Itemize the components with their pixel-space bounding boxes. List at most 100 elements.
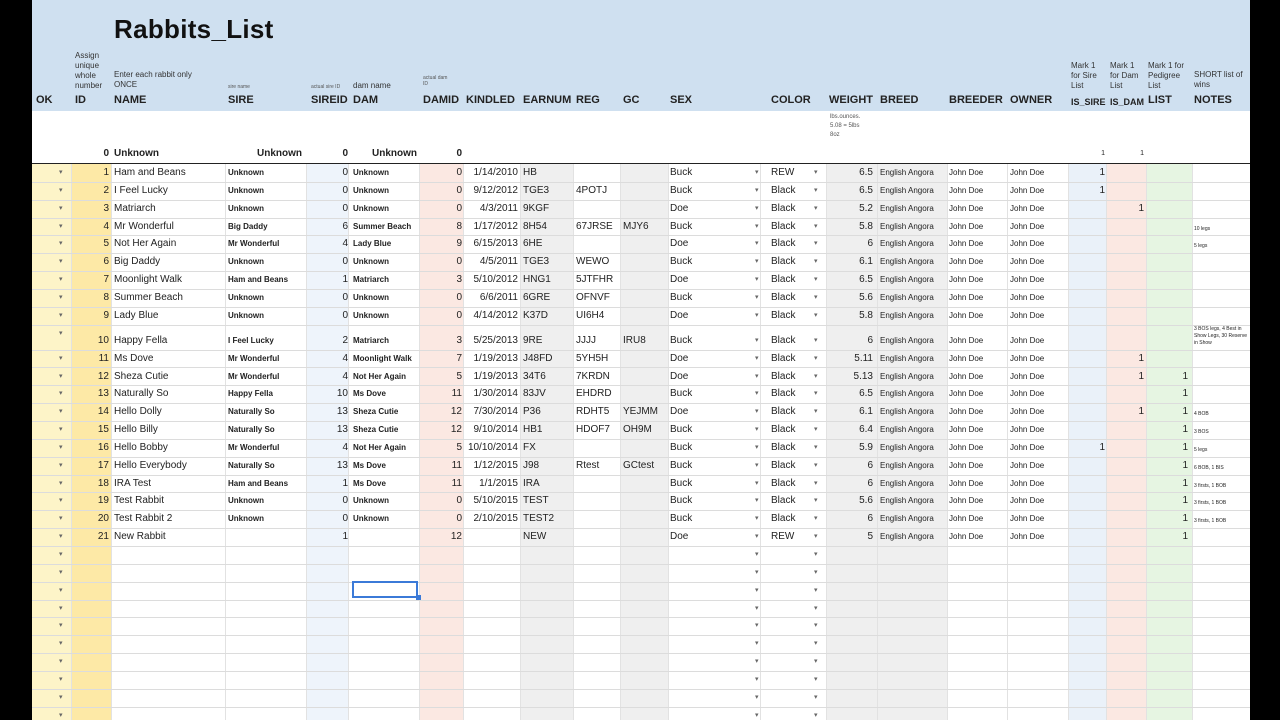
- cell-reg[interactable]: RDHT5: [576, 403, 620, 421]
- cell-dam[interactable]: Unknown: [353, 164, 419, 182]
- cell-is-sire[interactable]: [1068, 307, 1105, 325]
- header-breeder[interactable]: BREEDER: [949, 94, 1003, 106]
- color-dropdown-arrow-icon[interactable]: ▾: [814, 546, 818, 564]
- cell-list[interactable]: [1146, 253, 1188, 271]
- sex-dropdown-arrow-icon[interactable]: ▾: [755, 182, 759, 200]
- cell-name[interactable]: Naturally So: [114, 385, 224, 403]
- cell-damid[interactable]: 12: [419, 421, 462, 439]
- cell-is-sire[interactable]: [1068, 475, 1105, 493]
- cell-color[interactable]: Black: [771, 253, 811, 271]
- color-dropdown-arrow-icon[interactable]: ▾: [814, 475, 818, 493]
- cell-name[interactable]: Hello Billy: [114, 421, 224, 439]
- cell-list[interactable]: 1: [1146, 475, 1188, 493]
- sex-dropdown-arrow-icon[interactable]: ▾: [755, 457, 759, 475]
- cell-damid[interactable]: 0: [419, 253, 462, 271]
- cell-sex[interactable]: Doe: [670, 235, 730, 253]
- cell-name[interactable]: Hello Bobby: [114, 439, 224, 457]
- cell-earnum[interactable]: TEST2: [523, 510, 573, 528]
- sex-dropdown-arrow-icon[interactable]: ▾: [755, 385, 759, 403]
- cell-dam[interactable]: Unknown: [353, 253, 419, 271]
- cell-owner[interactable]: John Doe: [1010, 403, 1067, 421]
- cell-breed[interactable]: English Angora: [880, 475, 946, 493]
- cell-color[interactable]: Black: [771, 510, 811, 528]
- cell-list[interactable]: [1146, 289, 1188, 307]
- header-notes[interactable]: NOTES: [1194, 94, 1232, 106]
- color-dropdown-arrow-icon[interactable]: ▾: [814, 200, 818, 218]
- cell-sire[interactable]: Ham and Beans: [228, 271, 304, 289]
- cell-name[interactable]: Summer Beach: [114, 289, 224, 307]
- ok-dropdown-arrow-icon[interactable]: ▾: [59, 528, 63, 546]
- ok-dropdown-arrow-icon[interactable]: ▾: [59, 350, 63, 368]
- cell-id[interactable]: 0: [71, 145, 109, 163]
- cell-color[interactable]: Black: [771, 332, 811, 350]
- cell-sire[interactable]: Unknown: [228, 182, 304, 200]
- cell-breeder[interactable]: John Doe: [949, 385, 1007, 403]
- color-dropdown-arrow-icon[interactable]: ▾: [814, 653, 818, 671]
- cell-is-dam[interactable]: 1: [1106, 350, 1144, 368]
- ok-dropdown-arrow-icon[interactable]: ▾: [59, 271, 63, 289]
- cell-dam[interactable]: Moonlight Walk: [353, 350, 419, 368]
- cell-is-dam[interactable]: 1: [1106, 200, 1144, 218]
- cell-sire[interactable]: Unknown: [228, 289, 304, 307]
- cell-name[interactable]: Ms Dove: [114, 350, 224, 368]
- cell-dam[interactable]: Sheza Cutie: [353, 421, 419, 439]
- cell-list[interactable]: [1146, 350, 1188, 368]
- cell-sex[interactable]: Doe: [670, 368, 730, 386]
- cell-id[interactable]: 9: [71, 307, 109, 325]
- cell-id[interactable]: 20: [71, 510, 109, 528]
- cell-reg[interactable]: OFNVF: [576, 289, 620, 307]
- cell-gc[interactable]: YEJMM: [623, 403, 667, 421]
- color-dropdown-arrow-icon[interactable]: ▾: [814, 332, 818, 350]
- cell-list[interactable]: 1: [1146, 528, 1188, 546]
- cell-damid[interactable]: 5: [419, 439, 462, 457]
- ok-dropdown-arrow-icon[interactable]: ▾: [59, 653, 63, 671]
- cell-is-dam[interactable]: [1106, 218, 1144, 236]
- cell-name[interactable]: Big Daddy: [114, 253, 224, 271]
- sex-dropdown-arrow-icon[interactable]: ▾: [755, 289, 759, 307]
- cell-earnum[interactable]: 83JV: [523, 385, 573, 403]
- cell-weight[interactable]: 6.5: [826, 271, 873, 289]
- cell-sireid[interactable]: 4: [306, 350, 348, 368]
- cell-damid[interactable]: 0: [419, 164, 462, 182]
- color-dropdown-arrow-icon[interactable]: ▾: [814, 350, 818, 368]
- cell-color[interactable]: Black: [771, 350, 811, 368]
- cell-id[interactable]: 16: [71, 439, 109, 457]
- cell-is-dam[interactable]: [1106, 492, 1144, 510]
- cell-list[interactable]: 1: [1146, 403, 1188, 421]
- cell-sireid[interactable]: 4: [306, 235, 348, 253]
- header-list[interactable]: LIST: [1148, 94, 1172, 106]
- cell-owner[interactable]: John Doe: [1010, 289, 1067, 307]
- ok-dropdown-arrow-icon[interactable]: ▾: [59, 689, 63, 707]
- cell-sex[interactable]: Doe: [670, 350, 730, 368]
- cell-earnum[interactable]: J48FD: [523, 350, 573, 368]
- cell-name[interactable]: Happy Fella: [114, 332, 224, 350]
- cell-weight[interactable]: 6.5: [826, 164, 873, 182]
- cell-breeder[interactable]: John Doe: [949, 421, 1007, 439]
- cell-weight[interactable]: 6: [826, 510, 873, 528]
- cell-id[interactable]: 13: [71, 385, 109, 403]
- cell-reg[interactable]: HDOF7: [576, 421, 620, 439]
- cell-id[interactable]: 10: [71, 332, 109, 350]
- cell-sireid[interactable]: 0: [306, 182, 348, 200]
- cell-breeder[interactable]: John Doe: [949, 200, 1007, 218]
- cell-sex[interactable]: Buck: [670, 385, 730, 403]
- cell-owner[interactable]: John Doe: [1010, 200, 1067, 218]
- cell-sire[interactable]: Unknown: [228, 164, 304, 182]
- sex-dropdown-arrow-icon[interactable]: ▾: [755, 350, 759, 368]
- color-dropdown-arrow-icon[interactable]: ▾: [814, 617, 818, 635]
- cell-is-sire[interactable]: [1068, 403, 1105, 421]
- cell-is-dam[interactable]: [1106, 307, 1144, 325]
- cell-sex[interactable]: Doe: [670, 528, 730, 546]
- ok-dropdown-arrow-icon[interactable]: ▾: [59, 289, 63, 307]
- cell-owner[interactable]: John Doe: [1010, 510, 1067, 528]
- ok-dropdown-arrow-icon[interactable]: ▾: [59, 582, 63, 600]
- cell-name[interactable]: Hello Dolly: [114, 403, 224, 421]
- cell-earnum[interactable]: 34T6: [523, 368, 573, 386]
- ok-dropdown-arrow-icon[interactable]: ▾: [59, 635, 63, 653]
- cell-breed[interactable]: English Angora: [880, 385, 946, 403]
- ok-dropdown-arrow-icon[interactable]: ▾: [59, 164, 63, 182]
- color-dropdown-arrow-icon[interactable]: ▾: [814, 671, 818, 689]
- cell-sex[interactable]: Buck: [670, 332, 730, 350]
- header-weight[interactable]: WEIGHT: [829, 94, 873, 106]
- color-dropdown-arrow-icon[interactable]: ▾: [814, 164, 818, 182]
